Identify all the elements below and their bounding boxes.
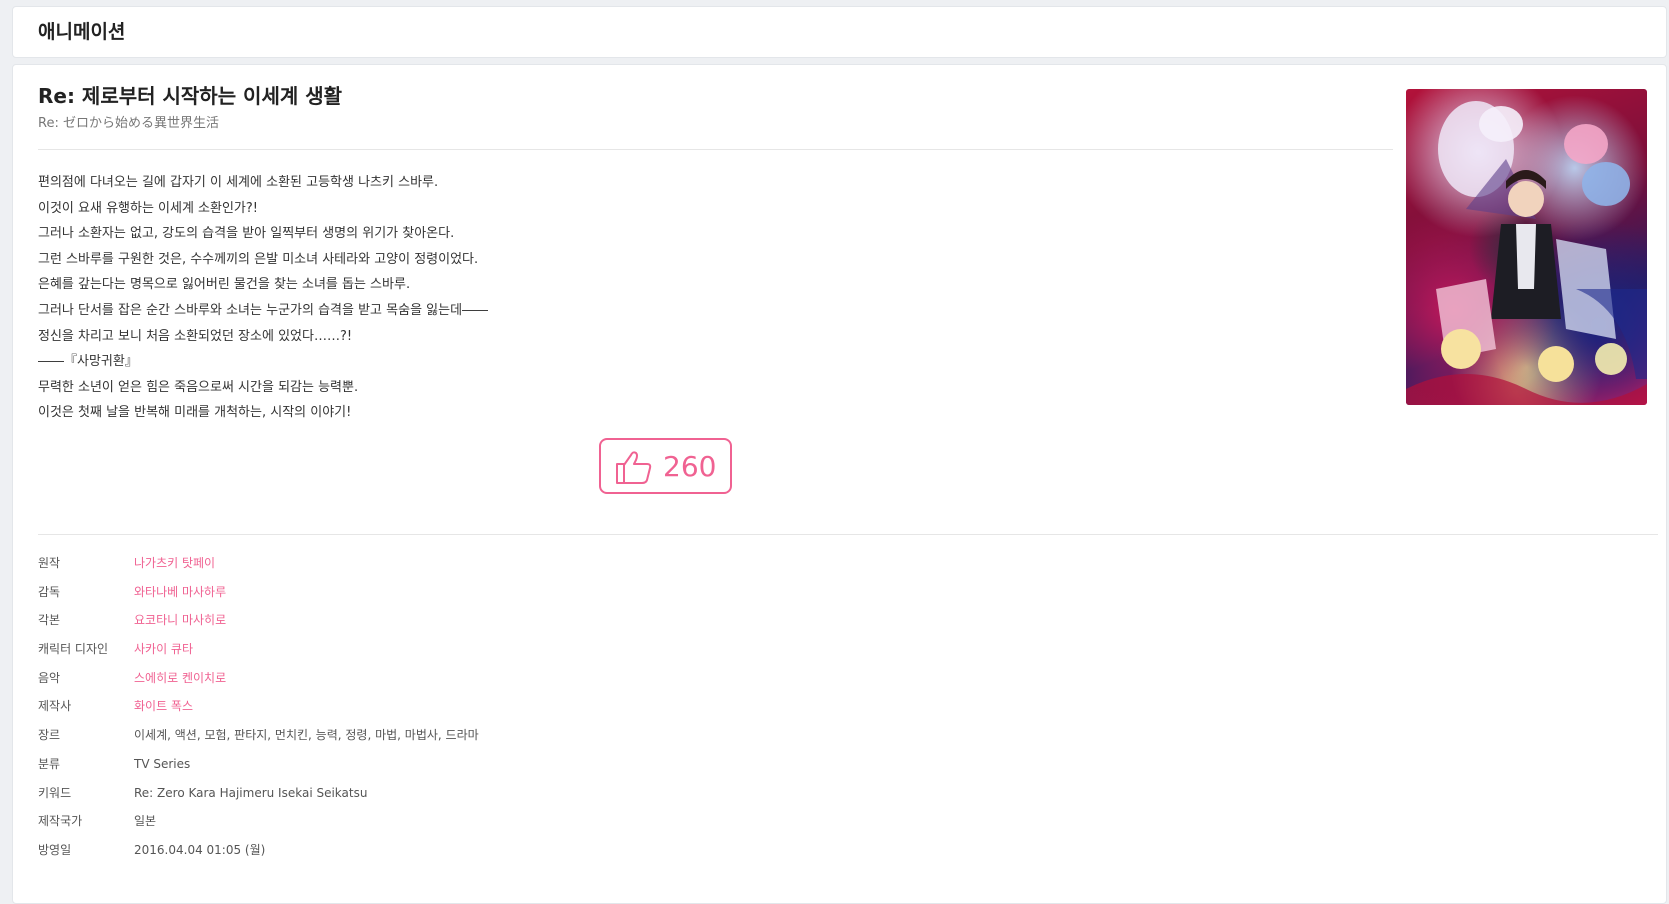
anime-original-title: Re: ゼロから始める異世界生活 [38,116,219,131]
poster-art [1406,101,1647,405]
keyword-value: Re: Zero Kara Hajimeru Isekai Seikatsu [134,785,368,800]
info-label: 원작 [38,556,61,570]
divider [38,149,1393,150]
info-label: 음악 [38,670,61,685]
info-label: 각본 [38,613,61,628]
category-value: TV Series [134,756,191,771]
synopsis-line: ――『사망귀환』 [38,354,138,370]
studio-link[interactable]: 화이트 폭스 [134,696,193,716]
info-label: 캐릭터 디자인 [38,642,109,657]
director-link[interactable]: 와타나베 마사하루 [134,582,226,602]
genre-value: 이세계, 액션, 모험, 판타지, 먼치킨, 능력, 정령, 마법, 마법사, … [134,728,479,743]
info-label: 장르 [38,728,61,743]
character-designer-link[interactable]: 사카이 큐타 [134,639,193,659]
info-label: 방영일 [38,842,72,857]
like-count: 260 [663,450,717,483]
synopsis-line: 정신을 차리고 보니 처음 소환되었던 장소에 있었다……?! [38,328,353,344]
synopsis-line: 이것은 첫째 날을 반복해 미래를 개척하는, 시작의 이야기! [38,405,352,421]
anime-title: Re: 제로부터 시작하는 이세계 생활 [38,84,343,108]
synopsis-line: 그러나 단서를 잡은 순간 스바루와 소녀는 누군가의 습격을 받고 목숨을 잃… [38,302,489,318]
like-button[interactable]: 260 [599,438,732,494]
synopsis-line: 이것이 요새 유행하는 이세계 소환인가?! [38,200,259,216]
anime-detail-card: Re: 제로부터 시작하는 이세계 생활 Re: ゼロから始める異世界生活 편의… [12,64,1667,904]
thumbs-up-icon [616,451,652,484]
info-label: 감독 [38,584,61,599]
synopsis-line: 그러나 소환자는 없고, 강도의 습격을 받아 일찍부터 생명의 위기가 찾아온… [38,226,455,242]
anime-poster-image[interactable] [1406,89,1647,405]
header-card: 애니메이션 [12,6,1667,58]
airdate-value: 2016.04.04 01:05 (월) [134,842,266,857]
synopsis-line: 은혜를 갚는다는 명목으로 잃어버린 물건을 찾는 소녀를 돕는 스바루. [38,277,411,293]
synopsis-line: 그런 스바루를 구원한 것은, 수수께끼의 은발 미소녀 사테라와 고양이 정령… [38,251,479,267]
country-value: 일본 [134,814,157,829]
info-label: 제작사 [38,699,72,714]
info-label: 분류 [38,756,61,771]
info-label: 제작국가 [38,814,83,829]
music-composer-link[interactable]: 스에히로 켄이치로 [134,668,226,688]
synopsis-line: 무력한 소년이 얻은 힘은 죽음으로써 시간을 되감는 능력뿐. [38,379,359,395]
synopsis: 편의점에 다녀오는 길에 갑자기 이 세계에 소환된 고등학생 나츠키 스바루.… [38,170,1338,426]
synopsis-line: 편의점에 다녀오는 길에 갑자기 이 세계에 소환된 고등학생 나츠키 스바루. [38,175,439,190]
original-author-link[interactable]: 나가츠키 탓페이 [134,553,215,573]
page-title: 애니메이션 [38,21,126,43]
divider [38,534,1658,535]
info-label: 키워드 [38,785,72,800]
script-writer-link[interactable]: 요코타니 마사히로 [134,610,226,630]
